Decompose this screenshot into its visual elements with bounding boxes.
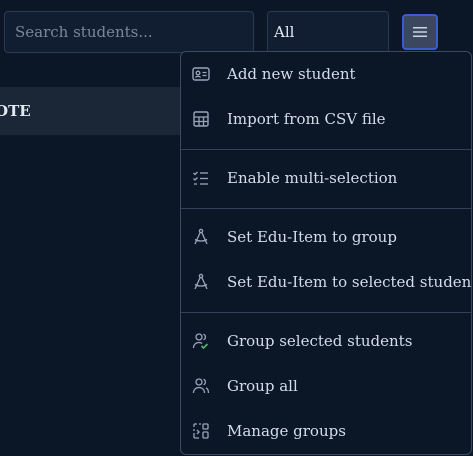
menu-item-multi-selection[interactable]: Enable multi-selection [181, 156, 471, 200]
menu-item-set-edu-item-group[interactable]: Set Edu-Item to group [181, 215, 471, 259]
menu-item-label: Manage groups [227, 422, 346, 440]
menu-item-import-csv[interactable]: Import from CSV file [181, 97, 471, 141]
menu-divider [181, 149, 471, 150]
actions-dropdown: Add new student Import from CSV file Ena… [180, 51, 472, 455]
search-input[interactable] [4, 11, 254, 53]
hamburger-icon [413, 27, 427, 37]
group-manage-icon [193, 423, 209, 439]
menu-item-label: Enable multi-selection [227, 169, 398, 187]
menu-item-label: Group selected students [227, 332, 413, 350]
menu-item-label: Set Edu-Item to selected students [227, 273, 472, 291]
menu-item-group-selected[interactable]: Group selected students [181, 319, 471, 363]
menu-item-manage-groups[interactable]: Manage groups [181, 409, 471, 453]
menu-item-group-all[interactable]: Group all [181, 364, 471, 408]
menu-item-label: Import from CSV file [227, 110, 386, 128]
filter-select-value: All [274, 23, 295, 41]
checklist-icon [193, 171, 208, 185]
menu-item-label: Add new student [227, 65, 356, 83]
id-card-icon [192, 67, 210, 81]
compass-icon [194, 228, 208, 245]
menu-item-label: Group all [227, 377, 298, 395]
table-header-label: OTE [0, 102, 31, 120]
menu-divider [181, 208, 471, 209]
menu-divider [181, 312, 471, 313]
menu-button[interactable] [402, 14, 438, 50]
table-icon [193, 111, 209, 127]
menu-item-set-edu-item-selected[interactable]: Set Edu-Item to selected students [181, 260, 471, 304]
compass-icon [194, 273, 208, 290]
menu-item-label: Set Edu-Item to group [227, 228, 397, 246]
users-icon [192, 378, 210, 394]
table-header: OTE [0, 87, 200, 135]
users-check-icon [192, 333, 209, 350]
menu-item-add-student[interactable]: Add new student [181, 52, 471, 96]
filter-select[interactable]: All [267, 11, 389, 53]
